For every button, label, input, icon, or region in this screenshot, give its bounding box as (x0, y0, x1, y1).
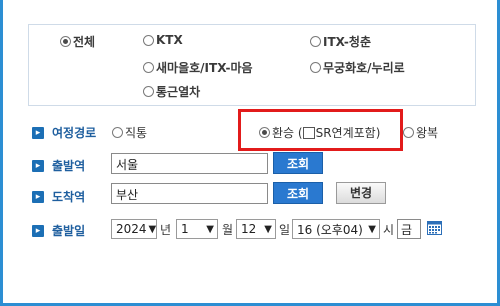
radio-mugunghwa[interactable] (310, 62, 321, 73)
radio-all[interactable] (60, 36, 71, 47)
month-value: 1 (181, 222, 189, 236)
train-type-all-label: 전체 (73, 35, 96, 49)
month-unit: 월 (222, 223, 234, 237)
route-direct[interactable]: 직통 (112, 124, 147, 141)
train-type-ktx[interactable]: KTX (143, 33, 183, 47)
day-unit: 일 (279, 223, 291, 237)
train-type-mugunghwa-label: 무궁화호/누리로 (323, 61, 405, 75)
chevron-right-icon: ▸ (32, 126, 44, 139)
train-type-saemaeul[interactable]: 새마을호/ITX-마음 (143, 59, 253, 76)
hour-value: 16 (오후04) (297, 222, 363, 237)
arrival-label: ▸ 도착역 (32, 188, 85, 205)
radio-itx-cheongchun[interactable] (310, 36, 321, 47)
swap-stations-button[interactable]: 변경 (336, 182, 386, 204)
arrival-label-text: 도착역 (52, 190, 86, 204)
chevron-right-icon: ▸ (32, 159, 44, 172)
sr-link-label: SR연계포함) (315, 126, 381, 140)
train-type-saemaeul-label: 새마을호/ITX-마음 (156, 61, 253, 75)
train-type-mugunghwa[interactable]: 무궁화호/누리로 (310, 59, 405, 76)
route-round-trip-label: 왕복 (416, 126, 439, 140)
departure-label-text: 출발역 (52, 159, 86, 173)
calendar-icon[interactable] (427, 220, 442, 235)
train-type-itx-cheongchun-label: ITX-청춘 (323, 35, 371, 49)
route-transfer-label: 환승 ( (272, 126, 303, 140)
radio-saemaeul[interactable] (143, 62, 154, 73)
route-transfer[interactable]: 환승 ( SR연계포함) (259, 124, 380, 141)
search-panel: 전체 KTX ITX-청춘 새마을호/ITX-마음 무궁화호/누리로 통근열차 … (0, 0, 500, 306)
day-value: 12 (241, 222, 257, 236)
chevron-down-icon: ▼ (264, 223, 272, 235)
hour-select[interactable]: 16 (오후04) ▼ (292, 219, 380, 239)
chevron-down-icon: ▼ (148, 223, 157, 235)
date-label-text: 출발일 (52, 224, 86, 238)
month-select[interactable]: 1 ▼ (176, 219, 218, 239)
arrival-search-button[interactable]: 조회 (273, 182, 323, 204)
day-select[interactable]: 12 ▼ (236, 219, 276, 239)
route-label-text: 여정경로 (52, 126, 97, 140)
chevron-down-icon: ▼ (206, 223, 214, 235)
train-type-itx-cheongchun[interactable]: ITX-청춘 (310, 33, 371, 50)
train-type-commuter-label: 통근열차 (156, 85, 201, 99)
route-label: ▸ 여정경로 (32, 124, 96, 141)
arrival-station-input[interactable]: 부산 (111, 183, 268, 204)
train-type-commuter[interactable]: 통근열차 (143, 83, 200, 100)
year-value: 2024 (116, 222, 147, 236)
departure-search-button[interactable]: 조회 (273, 152, 323, 174)
radio-transfer[interactable] (259, 127, 270, 138)
train-type-all[interactable]: 전체 (60, 33, 95, 50)
weekday-field: 금 (397, 219, 421, 239)
route-direct-label: 직통 (125, 126, 148, 140)
radio-commuter[interactable] (143, 86, 154, 97)
year-select[interactable]: 2024 ▼ (111, 219, 157, 239)
chevron-down-icon: ▼ (368, 223, 376, 235)
departure-station-input[interactable]: 서울 (111, 153, 268, 174)
departure-label: ▸ 출발역 (32, 157, 85, 174)
hour-unit: 시 (383, 223, 395, 237)
radio-ktx[interactable] (143, 34, 154, 46)
sr-link-checkbox[interactable] (302, 126, 315, 139)
date-label: ▸ 출발일 (32, 222, 85, 239)
radio-direct[interactable] (112, 127, 123, 138)
year-unit: 년 (160, 223, 172, 237)
train-type-ktx-label: KTX (156, 33, 183, 47)
chevron-right-icon: ▸ (32, 190, 44, 203)
route-round-trip[interactable]: 왕복 (403, 124, 438, 141)
radio-round-trip[interactable] (403, 127, 414, 138)
chevron-right-icon: ▸ (32, 224, 44, 237)
